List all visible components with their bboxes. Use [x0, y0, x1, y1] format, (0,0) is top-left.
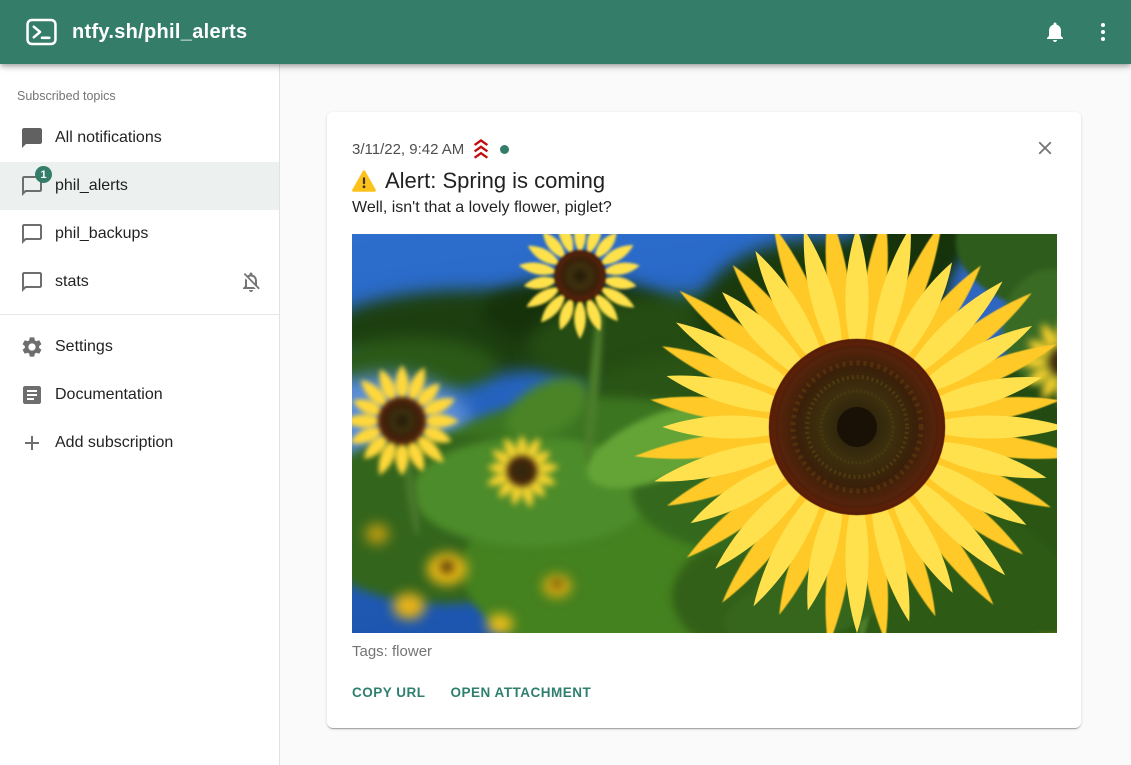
- subscribed-topics-label: Subscribed topics: [0, 89, 279, 114]
- notification-meta: 3/11/22, 9:42 AM: [352, 139, 1057, 159]
- sidebar-item-stats[interactable]: stats: [0, 258, 279, 306]
- sidebar-item-all-notifications[interactable]: All notifications: [0, 114, 279, 162]
- sidebar-item-label: Settings: [55, 338, 113, 356]
- notification-title: Alert: Spring is coming: [352, 167, 1057, 195]
- notification-tags: Tags: flower: [352, 643, 1057, 660]
- main-content: 3/11/22, 9:42 AM Alert: Spring is coming: [281, 64, 1131, 765]
- notifications-bell-button[interactable]: [1031, 8, 1079, 56]
- attachment-image[interactable]: [352, 234, 1057, 633]
- notification-title-text: Alert: Spring is coming: [385, 167, 605, 195]
- notification-card: 3/11/22, 9:42 AM Alert: Spring is coming: [327, 112, 1081, 728]
- bell-off-icon: [239, 270, 263, 294]
- sidebar-item-label: phil_backups: [55, 225, 148, 243]
- sidebar-item-phil-alerts[interactable]: 1 phil_alerts: [0, 162, 279, 210]
- chat-bubble-filled-icon: [20, 126, 44, 150]
- chat-bubble-icon: 1: [20, 174, 44, 198]
- sidebar: Subscribed topics All notifications 1 ph…: [0, 64, 280, 765]
- kebab-menu-icon: [1091, 20, 1115, 44]
- sidebar-item-label: Add subscription: [55, 434, 173, 452]
- notification-actions: COPY URL OPEN ATTACHMENT: [352, 681, 1057, 704]
- sidebar-item-add-subscription[interactable]: Add subscription: [0, 419, 279, 467]
- priority-max-icon: [470, 139, 492, 159]
- article-icon: [20, 383, 44, 407]
- bell-icon: [1043, 20, 1067, 44]
- sidebar-item-settings[interactable]: Settings: [0, 323, 279, 371]
- gear-icon: [20, 335, 44, 359]
- sidebar-item-label: Documentation: [55, 386, 163, 404]
- sidebar-divider: [0, 314, 279, 315]
- sidebar-item-label: phil_alerts: [55, 177, 128, 195]
- sidebar-item-documentation[interactable]: Documentation: [0, 371, 279, 419]
- app-title: ntfy.sh/phil_alerts: [72, 21, 247, 44]
- warning-emoji-icon: [352, 170, 376, 192]
- close-notification-button[interactable]: [1033, 136, 1057, 160]
- chat-bubble-icon: [20, 222, 44, 246]
- close-x-icon: [1034, 137, 1056, 159]
- unread-dot-icon: [500, 145, 509, 154]
- chat-bubble-icon: [20, 270, 44, 294]
- plus-icon: [20, 431, 44, 455]
- unread-count-badge: 1: [35, 166, 52, 183]
- sidebar-item-phil-backups[interactable]: phil_backups: [0, 210, 279, 258]
- sidebar-item-label: All notifications: [55, 129, 162, 147]
- notification-timestamp: 3/11/22, 9:42 AM: [352, 141, 464, 158]
- copy-url-button[interactable]: COPY URL: [352, 681, 426, 704]
- open-attachment-button[interactable]: OPEN ATTACHMENT: [451, 681, 592, 704]
- sidebar-item-label: stats: [55, 273, 89, 291]
- notification-body: Well, isn't that a lovely flower, piglet…: [352, 199, 1057, 217]
- overflow-menu-button[interactable]: [1079, 8, 1127, 56]
- app-bar: ntfy.sh/phil_alerts: [0, 0, 1131, 64]
- terminal-logo-icon: [26, 18, 57, 46]
